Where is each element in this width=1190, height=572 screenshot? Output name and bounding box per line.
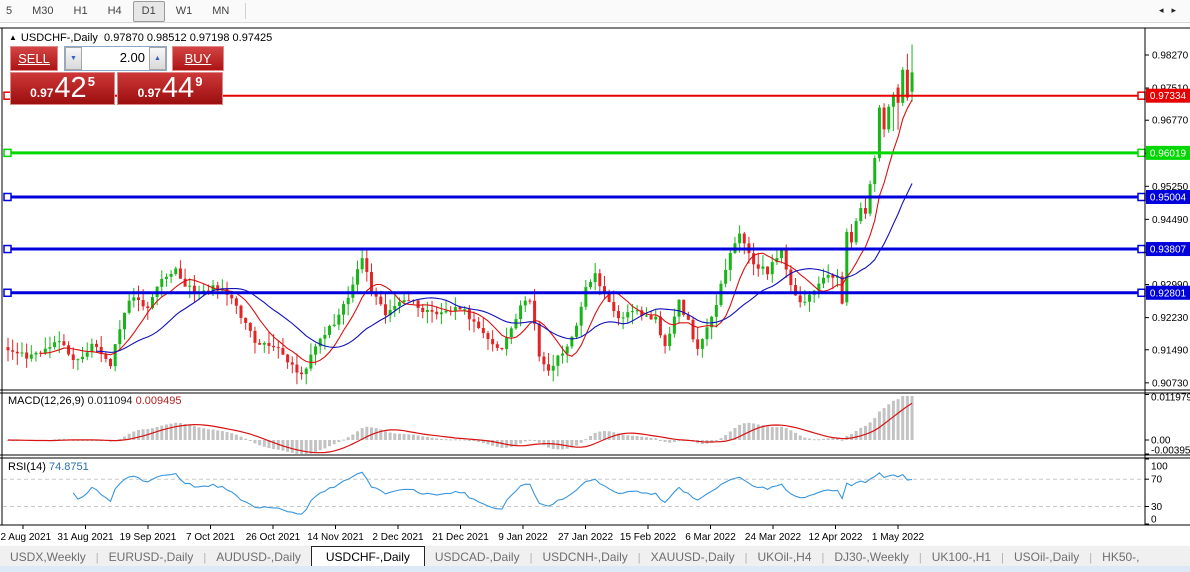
volume-input[interactable]: 2.00 (82, 47, 149, 70)
svg-text:26 Oct 2021: 26 Oct 2021 (246, 532, 301, 543)
bottom-strip (0, 566, 1190, 572)
chevron-up-icon: ▲ (154, 55, 161, 62)
volume-decrease-button[interactable]: ▼ (65, 47, 82, 70)
svg-text:9 Jan 2022: 9 Jan 2022 (498, 532, 548, 543)
sell-price-pip: 5 (88, 74, 95, 89)
svg-text:0.96770: 0.96770 (1152, 116, 1189, 127)
rsi-line (73, 472, 912, 514)
symbol-period-label: USDCHF-,Daily (21, 32, 98, 44)
svg-text:-0.00395: -0.00395 (1151, 446, 1190, 457)
svg-text:24 Mar 2022: 24 Mar 2022 (745, 532, 802, 543)
svg-text:0.92230: 0.92230 (1152, 313, 1189, 324)
svg-text:14 Nov 2021: 14 Nov 2021 (307, 532, 364, 543)
rsi-axis: 100 70 30 0 (1145, 459, 1168, 526)
svg-text:7 Oct 2021: 7 Oct 2021 (186, 532, 235, 543)
one-click-trading-widget: SELL ▼ 2.00 ▲ BUY 0.97 42 5 0.97 44 9 (10, 46, 224, 105)
symbol-tab-bar: USDX,Weekly|EURUSD-,Daily|AUDUSD-,DailyU… (0, 545, 1190, 567)
svg-text:0.93807: 0.93807 (1150, 245, 1187, 256)
svg-text:19 Sep 2021: 19 Sep 2021 (120, 532, 177, 543)
tab-uk100-h1[interactable]: UK100-,H1 (922, 547, 1001, 567)
buy-price-panel[interactable]: 0.97 44 9 (117, 72, 223, 105)
open-value: 0.97870 (104, 32, 144, 44)
svg-text:0: 0 (1151, 515, 1157, 526)
buy-button[interactable]: BUY (172, 46, 224, 71)
svg-text:15 Feb 2022: 15 Feb 2022 (620, 532, 677, 543)
tab-eurusd-daily[interactable]: EURUSD-,Daily (99, 547, 204, 567)
rsi-label: RSI(14) 74.8751 (8, 461, 89, 473)
svg-text:0.91490: 0.91490 (1152, 345, 1189, 356)
tab-dj30-weekly[interactable]: DJ30-,Weekly (824, 547, 918, 567)
svg-text:2 Dec 2021: 2 Dec 2021 (372, 532, 424, 543)
date-axis[interactable]: 12 Aug 2021 31 Aug 2021 19 Sep 2021 7 Oct 2… (0, 525, 925, 543)
chart-ohlc-header: ▲ USDCHF-,Daily 0.97870 0.98512 0.97198 0… (9, 32, 272, 44)
buy-price-big: 44 (162, 74, 194, 103)
sell-price-big: 42 (54, 74, 86, 103)
svg-text:0.011979: 0.011979 (1151, 393, 1190, 404)
svg-text:30: 30 (1151, 502, 1163, 513)
volume-increase-button[interactable]: ▲ (149, 47, 166, 70)
sell-button[interactable]: SELL (10, 46, 58, 71)
horizontal-lines[interactable] (4, 92, 1145, 296)
svg-text:0.95004: 0.95004 (1150, 193, 1187, 204)
tab-xauusd-daily[interactable]: XAUUSD-,Daily (641, 547, 745, 567)
tab-usdchf-daily[interactable]: USDCHF-,Daily (311, 546, 425, 567)
sell-price-panel[interactable]: 0.97 42 5 (10, 72, 115, 105)
svg-text:21 Dec 2021: 21 Dec 2021 (432, 532, 489, 543)
svg-text:0.92801: 0.92801 (1150, 288, 1187, 299)
sell-price-prefix: 0.97 (30, 86, 53, 100)
svg-text:6 Mar 2022: 6 Mar 2022 (685, 532, 736, 543)
volume-spinner: ▼ 2.00 ▲ (64, 46, 167, 71)
macd-label: MACD(12,26,9) 0.011094 0.009495 (8, 395, 182, 407)
svg-text:RSI(14) 74.8751: RSI(14) 74.8751 (8, 461, 89, 473)
tab-usoil-daily[interactable]: USOil-,Daily (1004, 547, 1089, 567)
ma-fast-line (41, 100, 912, 362)
tab-usdx-weekly[interactable]: USDX,Weekly (0, 547, 96, 567)
tab-usdcad-daily[interactable]: USDCAD-,Daily (425, 547, 530, 567)
tab-scroll-right-icon[interactable]: ▸ (1171, 5, 1184, 15)
svg-text:1 May 2022: 1 May 2022 (872, 532, 925, 543)
low-value: 0.97198 (190, 32, 230, 44)
buy-price-prefix: 0.97 (138, 86, 161, 100)
high-value: 0.98512 (147, 32, 187, 44)
tab-audusd-daily[interactable]: AUDUSD-,Daily (206, 547, 311, 567)
price-axis[interactable]: 0.982700.975100.967700.960100.952500.944… (1145, 51, 1190, 390)
tab-ukoil-h4[interactable]: UKOil-,H4 (748, 547, 822, 567)
svg-text:MACD(12,26,9) 0.011094 0.00949: MACD(12,26,9) 0.011094 0.009495 (8, 395, 182, 407)
tab-hk50-[interactable]: HK50-, (1092, 547, 1149, 567)
tab-scroll-arrows: ◂▸ (1159, 5, 1184, 16)
svg-text:0.96019: 0.96019 (1150, 148, 1187, 159)
svg-text:70: 70 (1151, 475, 1163, 486)
rsi-levels (3, 479, 1145, 506)
svg-text:100: 100 (1151, 462, 1168, 473)
svg-text:27 Jan 2022: 27 Jan 2022 (558, 532, 613, 543)
tab-scroll-left-icon[interactable]: ◂ (1159, 5, 1172, 15)
ma-slow-line (97, 184, 913, 353)
svg-text:0.94490: 0.94490 (1152, 215, 1189, 226)
trading-platform-window: { "toolbar": { "timeframes": [ {"label":… (0, 0, 1190, 572)
buy-price-pip: 9 (195, 74, 202, 89)
macd-axis: 0.0119790.00-0.00395 (1145, 393, 1190, 457)
chevron-down-icon: ▼ (70, 55, 77, 62)
svg-text:12 Aug 2021: 12 Aug 2021 (0, 532, 52, 543)
svg-text:0.90730: 0.90730 (1152, 378, 1189, 389)
chart-shift-icon: ▲ (9, 33, 17, 42)
svg-text:31 Aug 2021: 31 Aug 2021 (57, 532, 114, 543)
close-value: 0.97425 (233, 32, 273, 44)
tab-usdcnh-daily[interactable]: USDCNH-,Daily (532, 547, 637, 567)
svg-text:12 Apr 2022: 12 Apr 2022 (809, 532, 863, 543)
svg-text:0.98270: 0.98270 (1152, 51, 1189, 62)
svg-text:0.97334: 0.97334 (1150, 91, 1187, 102)
